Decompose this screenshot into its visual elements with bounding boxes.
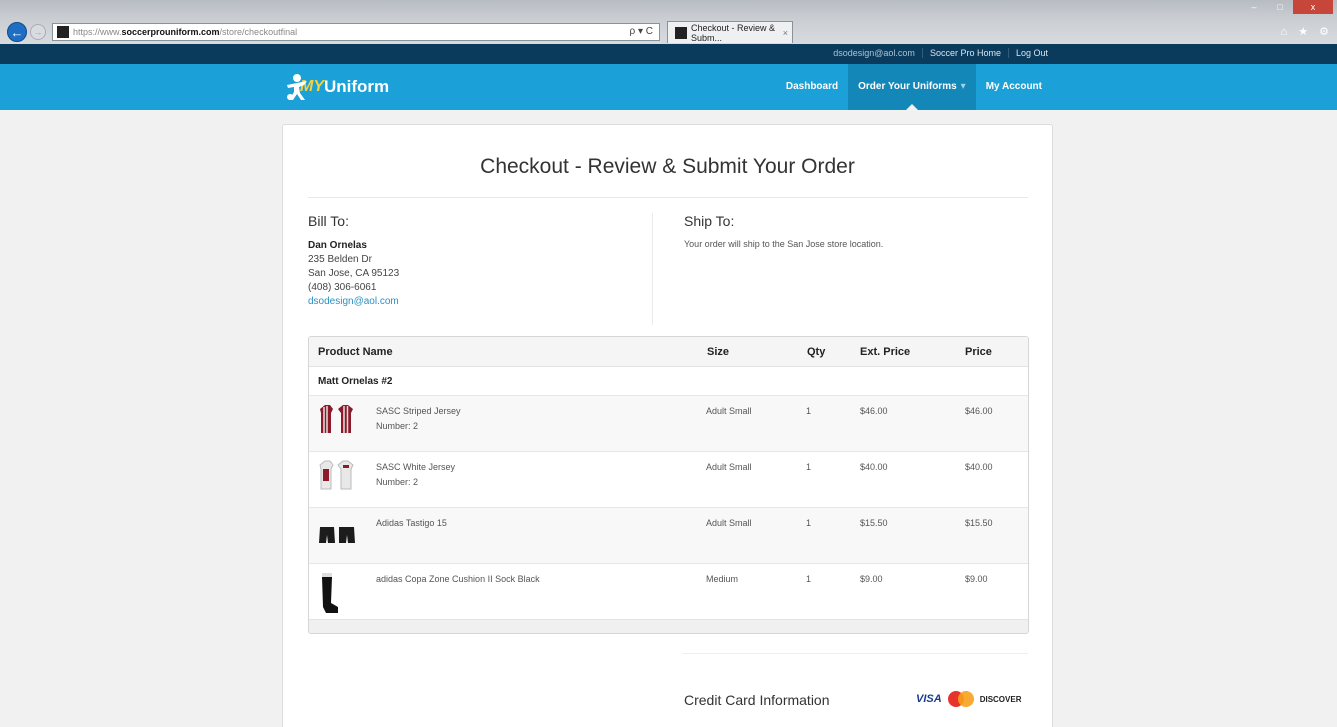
address-bar[interactable]: https://www. soccerprouniform.com/store/c…: [52, 23, 660, 41]
forward-button[interactable]: →: [30, 24, 46, 40]
product-number: Number: 2: [376, 421, 419, 431]
product-qty: 1: [806, 574, 812, 584]
maximize-button[interactable]: □: [1267, 0, 1293, 14]
site-favicon-icon: [57, 26, 69, 38]
table-row: adidas Copa Zone Cushion II Sock Black M…: [309, 563, 1028, 619]
divider: [683, 653, 1028, 654]
bill-name: Dan Ornelas: [308, 240, 367, 251]
minimize-button[interactable]: –: [1241, 0, 1267, 14]
bill-address-2: San Jose, CA 95123: [308, 268, 400, 279]
white-jersey-icon: [318, 459, 358, 493]
order-table: Product Name Size Qty Ext. Price Price M…: [308, 336, 1029, 634]
visa-logo-icon: VISA: [916, 693, 942, 705]
utility-links: dsodesign@aol.com Soccer Pro Home Log Ou…: [826, 48, 1055, 58]
sock-icon: [318, 571, 358, 613]
product-ext-price: $9.00: [860, 574, 883, 584]
bill-address-1: 235 Belden Dr: [308, 254, 372, 265]
product-ext-price: $46.00: [860, 406, 888, 416]
shorts-icon: [318, 515, 358, 549]
product-qty: 1: [806, 518, 812, 528]
accepted-cards: VISA DISCOVER: [916, 691, 1021, 707]
product-price: $46.00: [965, 406, 993, 416]
url-prefix: https://www.: [73, 27, 122, 37]
divider: [308, 197, 1028, 198]
logo-uniform-text: Uniform: [324, 77, 390, 96]
site-logo[interactable]: MY Uniform: [282, 73, 389, 101]
credit-card-heading: Credit Card Information: [684, 692, 830, 708]
ship-message: Your order will ship to the San Jose sto…: [684, 239, 884, 249]
tab-checkout[interactable]: Checkout - Review & Subm... ×: [667, 21, 793, 43]
address-tools-icon[interactable]: ρ ▾ C: [630, 26, 654, 37]
primary-nav: Dashboard Order Your Uniforms ▾ My Accoun…: [776, 64, 1052, 110]
page-title: Checkout - Review & Submit Your Order: [480, 155, 855, 178]
product-size: Medium: [706, 574, 739, 584]
nav-dashboard-label: Dashboard: [785, 81, 839, 92]
col-price: Price: [965, 346, 992, 358]
product-name: adidas Copa Zone Cushion II Sock Black: [376, 574, 540, 584]
bill-phone: (408) 306-6061: [308, 282, 377, 293]
ship-to-heading: Ship To:: [684, 213, 735, 229]
product-name: SASC Striped Jersey: [376, 406, 461, 416]
back-arrow-icon: ←: [10, 24, 24, 40]
utility-bar: dsodesign@aol.com Soccer Pro Home Log Ou…: [0, 44, 1337, 64]
product-price: $9.00: [965, 574, 988, 584]
checkout-card: Checkout - Review & Submit Your Order Bi…: [282, 124, 1053, 727]
table-row: Adidas Tastigo 15 Adult Small 1 $15.50 $…: [309, 507, 1028, 563]
player-group-row: Matt Ornelas #2: [309, 367, 1028, 395]
bill-to-heading: Bill To:: [308, 213, 349, 229]
product-qty: 1: [806, 462, 812, 472]
soccer-pro-home-link[interactable]: Soccer Pro Home: [921, 48, 1008, 58]
product-size: Adult Small: [706, 518, 752, 528]
product-ext-price: $15.50: [860, 518, 888, 528]
nav-order-uniforms-label: Order Your Uniforms: [858, 81, 957, 92]
log-out-link[interactable]: Log Out: [1007, 48, 1055, 58]
product-name: SASC White Jersey: [376, 462, 456, 472]
nav-dashboard[interactable]: Dashboard: [776, 64, 848, 110]
bill-email-link[interactable]: dsodesign@aol.com: [308, 295, 652, 309]
col-product-name: Product Name: [318, 346, 393, 358]
product-qty: 1: [806, 406, 812, 416]
ship-to-section: Ship To: Your order will ship to the San…: [684, 213, 1024, 249]
player-name: Matt Ornelas #2: [318, 376, 393, 387]
nav-order-uniforms[interactable]: Order Your Uniforms ▾: [848, 64, 976, 110]
product-price: $40.00: [965, 462, 993, 472]
table-footer: [309, 619, 1028, 633]
browser-toolbar: ← → https://www. soccerprouniform.com/sto…: [0, 0, 1337, 44]
main-nav: MY Uniform Dashboard Order Your Uniforms…: [0, 64, 1337, 110]
window-controls: – □ x: [1241, 0, 1333, 14]
home-star-gear-icons[interactable]: ⌂ ★ ⚙: [1281, 25, 1333, 38]
chevron-down-icon: ▾: [960, 81, 966, 92]
product-price: $15.50: [965, 518, 993, 528]
nav-my-account-label: My Account: [985, 81, 1042, 92]
product-ext-price: $40.00: [860, 462, 888, 472]
product-size: Adult Small: [706, 462, 752, 472]
url-path: /store/checkoutfinal: [219, 27, 298, 37]
table-row: SASC White Jersey Number: 2 Adult Small 1…: [309, 451, 1028, 507]
col-size: Size: [707, 346, 730, 358]
product-name: Adidas Tastigo 15: [376, 518, 447, 528]
user-email-link[interactable]: dsodesign@aol.com: [826, 48, 922, 58]
table-row: SASC Striped Jersey Number: 2 Adult Small…: [309, 395, 1028, 451]
player-logo-icon: [287, 74, 307, 100]
product-number: Number: 2: [376, 477, 419, 487]
tab-title: Checkout - Review & Subm...: [691, 22, 776, 43]
nav-my-account[interactable]: My Account: [976, 64, 1052, 110]
back-button[interactable]: ←: [7, 22, 27, 42]
discover-logo-icon: DISCOVER: [979, 694, 1022, 704]
tab-favicon-icon: [675, 26, 687, 39]
forward-arrow-icon: →: [33, 27, 43, 37]
url-host: soccerprouniform.com: [121, 27, 220, 37]
col-qty: Qty: [807, 346, 826, 358]
striped-jersey-icon: [318, 403, 358, 437]
mastercard-logo-icon: [947, 691, 974, 707]
col-ext-price: Ext. Price: [860, 346, 911, 358]
bill-to-section: Bill To: Dan Ornelas 235 Belden Dr San J…: [308, 213, 653, 325]
product-size: Adult Small: [706, 406, 752, 416]
close-window-button[interactable]: x: [1293, 0, 1333, 14]
tab-close-icon[interactable]: ×: [783, 28, 788, 38]
table-header: Product Name Size Qty Ext. Price Price: [309, 337, 1028, 367]
